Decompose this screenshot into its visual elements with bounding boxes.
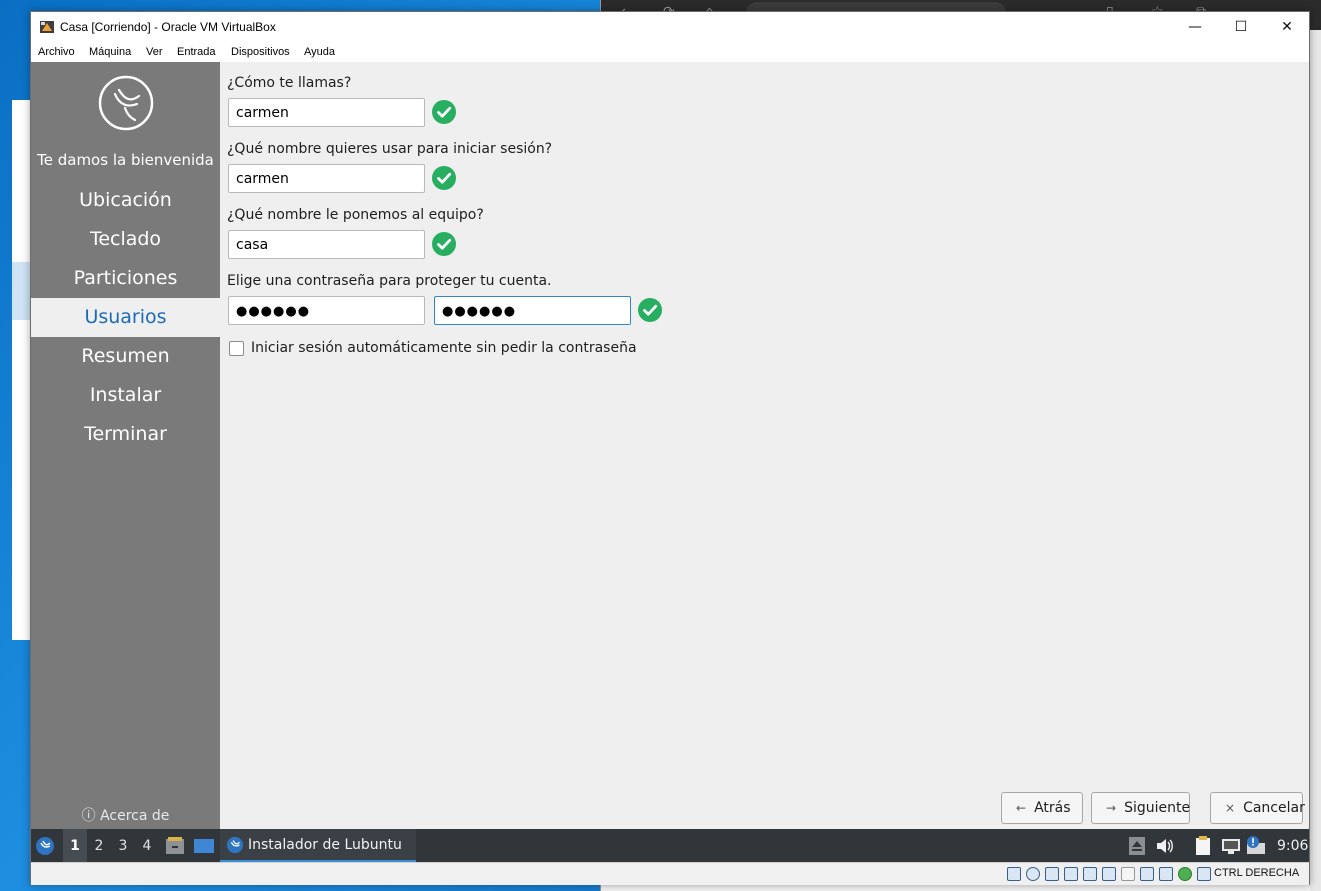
tray-volume-button[interactable]	[1155, 829, 1179, 862]
clock[interactable]: 9:06	[1277, 829, 1308, 862]
vm-display: Te damos la bienvenida Ubicación Teclado…	[31, 62, 1309, 862]
info-icon: ⓘ	[81, 808, 96, 824]
installer-task-icon	[226, 836, 244, 853]
file-manager-launcher[interactable]	[165, 829, 185, 862]
step-resumen: Resumen	[81, 345, 170, 367]
name-valid-check-icon	[432, 100, 456, 124]
virtualbox-app-icon	[40, 21, 54, 33]
login-name-input[interactable]: carmen	[228, 164, 425, 193]
usb-status-icon[interactable]	[1083, 867, 1097, 881]
cancel-button-label: Cancelar	[1243, 800, 1305, 816]
desktop-3[interactable]: 3	[111, 829, 135, 862]
menu-dispositivos[interactable]: Dispositivos	[231, 46, 290, 58]
desktop-4[interactable]: 4	[135, 829, 159, 862]
hostname-input[interactable]: casa	[228, 230, 425, 259]
tray-clipboard-button[interactable]	[1193, 829, 1215, 862]
login-question: ¿Qué nombre quieres usar para iniciar se…	[227, 141, 553, 157]
title-bar[interactable]: Casa [Corriendo] - Oracle VM VirtualBox …	[31, 12, 1309, 42]
minimize-button[interactable]: —	[1172, 12, 1218, 42]
show-desktop-icon	[194, 838, 214, 853]
virtualbox-window: Casa [Corriendo] - Oracle VM VirtualBox …	[30, 11, 1310, 885]
about-label: Acerca de	[100, 808, 170, 824]
updates-notice-icon	[1247, 835, 1265, 854]
cancel-button[interactable]: × Cancelar	[1210, 792, 1305, 824]
step-teclado: Teclado	[89, 228, 162, 250]
installer-sidebar: Te damos la bienvenida Ubicación Teclado…	[31, 62, 220, 829]
desktop-1[interactable]: 1	[63, 829, 87, 862]
menu-ayuda[interactable]: Ayuda	[304, 46, 335, 58]
taskbar-installer[interactable]: Instalador de Lubuntu	[220, 829, 416, 862]
autologin-label[interactable]: Iniciar sesión automáticamente sin pedir…	[251, 340, 637, 356]
volume-icon	[1157, 838, 1173, 853]
menu-bar: Archivo Máquina Ver Entrada Dispositivos…	[31, 42, 1309, 62]
lxqt-panel: 1 2 3 4 Instalador de Lubuntu 9:06	[31, 829, 1309, 862]
hard-disk-status-icon[interactable]	[1007, 867, 1021, 881]
eject-icon	[1129, 836, 1145, 855]
hostname-question: ¿Qué nombre le ponemos al equipo?	[227, 207, 484, 223]
hostname-valid-check-icon	[432, 232, 456, 256]
tray-updates-button[interactable]	[1245, 829, 1269, 862]
cancel-x-icon: ×	[1225, 801, 1236, 815]
optical-drive-status-icon[interactable]	[1026, 867, 1040, 881]
back-button-label: Atrás	[1034, 800, 1071, 816]
show-desktop-launcher[interactable]	[193, 829, 215, 862]
full-name-input[interactable]: carmen	[228, 98, 425, 127]
taskbar-installer-label: Instalador de Lubuntu	[248, 836, 402, 853]
lubuntu-menu-icon	[36, 836, 54, 855]
step-ubicacion: Ubicación	[79, 189, 172, 211]
about-button[interactable]: ⓘ Acerca de	[31, 805, 220, 825]
main-menu-button[interactable]	[35, 829, 57, 862]
menu-ver[interactable]: Ver	[146, 46, 163, 58]
desktop-2[interactable]: 2	[87, 829, 111, 862]
password-input[interactable]: ●●●●●●	[228, 296, 425, 325]
maximize-button[interactable]: ☐	[1218, 12, 1264, 42]
next-button[interactable]: → Siguiente	[1091, 792, 1190, 824]
name-question: ¿Cómo te llamas?	[227, 75, 352, 91]
password-valid-check-icon	[638, 298, 662, 322]
login-valid-check-icon	[432, 166, 456, 190]
window-title: Casa [Corriendo] - Oracle VM VirtualBox	[60, 20, 276, 34]
next-button-label: Siguiente	[1124, 800, 1191, 816]
tray-network-button[interactable]	[1221, 829, 1243, 862]
network-status-icon[interactable]	[1064, 867, 1078, 881]
close-button[interactable]: ✕	[1264, 12, 1310, 42]
host-key-label: CTRL DERECHA	[1214, 867, 1300, 879]
step-instalar: Instalar	[89, 384, 162, 406]
password-question: Elige una contraseña para proteger tu cu…	[227, 273, 552, 289]
background-window-highlight	[12, 262, 30, 320]
vt-x-status-icon[interactable]	[1159, 867, 1173, 881]
clipboard-icon	[1196, 835, 1210, 855]
shared-folders-status-icon[interactable]	[1102, 867, 1116, 881]
arrow-right-icon: →	[1106, 801, 1117, 815]
menu-archivo[interactable]: Archivo	[38, 46, 75, 58]
mouse-integration-status-icon[interactable]	[1178, 867, 1192, 881]
step-particiones: Particiones	[73, 267, 178, 289]
keyboard-capture-status-icon[interactable]	[1197, 867, 1211, 881]
vbox-status-bar: CTRL DERECHA	[31, 862, 1309, 885]
welcome-text: Te damos la bienvenida	[37, 151, 214, 169]
background-window-edge	[12, 100, 30, 640]
menu-maquina[interactable]: Máquina	[89, 46, 131, 58]
step-terminar: Terminar	[84, 423, 167, 445]
step-usuarios: Usuarios	[31, 298, 220, 337]
arrow-left-icon: ←	[1016, 801, 1027, 815]
network-icon	[1222, 838, 1240, 854]
file-manager-icon	[166, 836, 184, 854]
lubuntu-logo-icon	[98, 75, 154, 131]
menu-entrada[interactable]: Entrada	[177, 46, 216, 58]
tray-eject-button[interactable]	[1129, 829, 1147, 862]
display-status-icon[interactable]	[1121, 867, 1135, 881]
users-page: ¿Cómo te llamas? carmen ¿Qué nombre quie…	[220, 62, 1309, 829]
back-button[interactable]: ← Atrás	[1001, 792, 1083, 824]
video-capture-status-icon[interactable]	[1140, 867, 1154, 881]
autologin-checkbox[interactable]	[229, 341, 244, 356]
audio-status-icon[interactable]	[1045, 867, 1059, 881]
password-confirm-input[interactable]: ●●●●●●	[434, 296, 631, 325]
background-browser-scrollbar	[1310, 30, 1321, 891]
